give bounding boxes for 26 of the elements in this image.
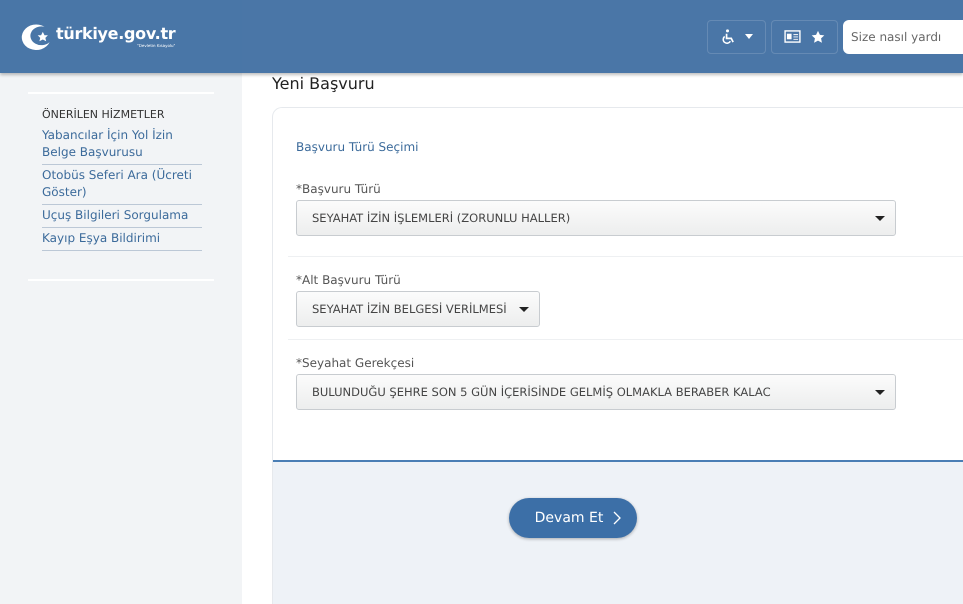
- dropdown[interactable]: BULUNDUĞU ŞEHRE SON 5 GÜN İÇERİSİNDE GELMİŞ OLMAKLA BERABER KALAC: [296, 374, 896, 410]
- caret-icon: [745, 34, 753, 39]
- section-title: Başvuru Türü Seçimi: [296, 140, 420, 154]
- field-label: *Başvuru Türü: [296, 182, 382, 196]
- accessibility-button[interactable]: [707, 20, 766, 54]
- service-link[interactable]: Kayıp Eşya Bildirimi: [42, 228, 202, 251]
- service-link[interactable]: Uçuş Bilgileri Sorgulama: [42, 205, 202, 228]
- site-logo[interactable]: türkiye.gov.tr: [56, 25, 176, 43]
- service-link[interactable]: Yabancılar İçin Yol İzin Belge Başvurusu: [42, 125, 202, 165]
- continue-button[interactable]: Devam Et: [508, 498, 638, 538]
- star-icon: [811, 30, 825, 44]
- field-label: *Alt Başvuru Türü: [296, 273, 402, 287]
- caret-icon: [875, 216, 885, 220]
- caret-icon: [518, 306, 529, 312]
- field-label: *Seyahat Gerekçesi: [296, 356, 416, 370]
- id-card-icon: [784, 30, 801, 43]
- section-title: ÖNERİLEN HİZMETLER: [42, 108, 166, 121]
- dropdown[interactable]: SEYAHAT İZİN İŞLEMLERİ (ZORUNLU HALLER): [296, 200, 896, 236]
- wheelchair-icon: [720, 29, 735, 44]
- service-link[interactable]: Otobüs Seferi Ara (Ücreti Göster): [42, 165, 202, 205]
- search-field[interactable]: Size nasıl yardı: [843, 20, 963, 54]
- favorites-button[interactable]: [771, 20, 838, 54]
- caret-icon: [875, 390, 885, 394]
- dropdown[interactable]: SEYAHAT İZİN BELGESİ VERİLMESİ: [296, 291, 540, 327]
- chevron-right-icon: [613, 511, 622, 525]
- page-title: Yeni Başvuru: [272, 74, 376, 93]
